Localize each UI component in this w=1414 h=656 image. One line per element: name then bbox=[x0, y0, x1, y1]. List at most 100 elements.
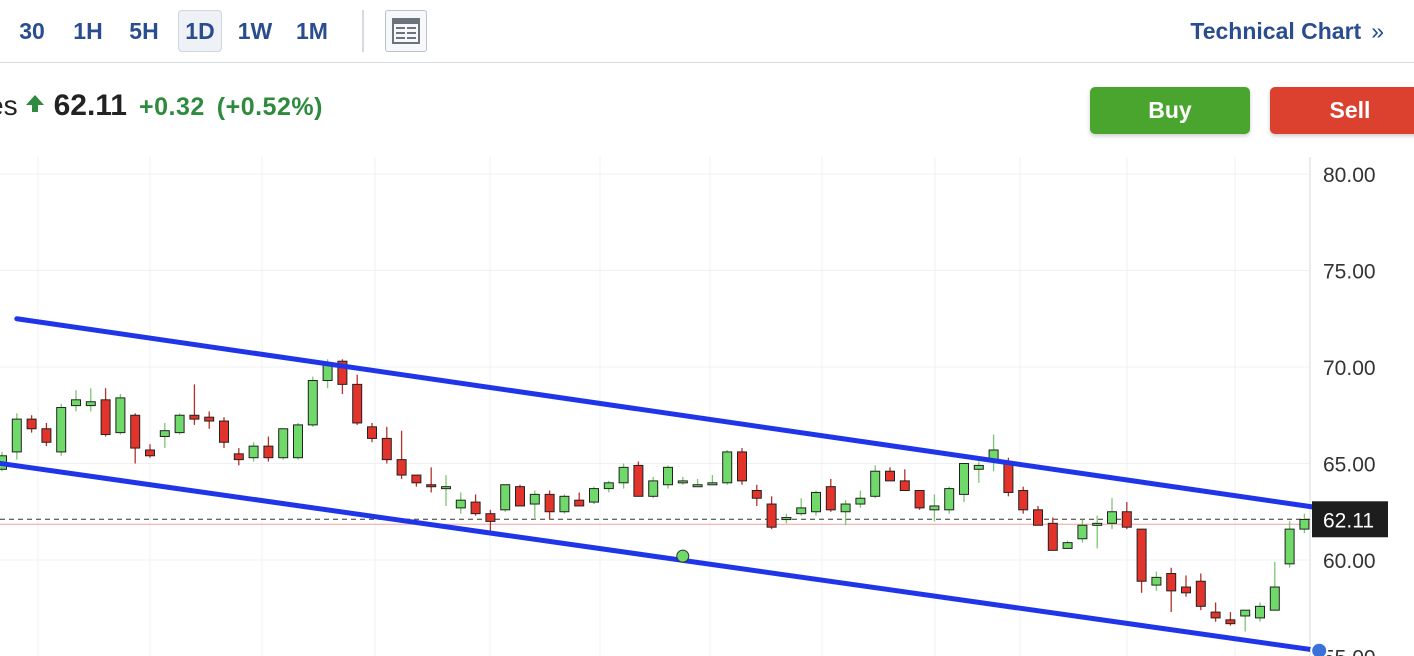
instrument-name: es bbox=[0, 90, 18, 121]
price-change-percent: (+0.52%) bbox=[216, 93, 323, 121]
candle-body bbox=[1151, 576, 1162, 586]
candle-body bbox=[26, 418, 37, 430]
candle-body bbox=[1062, 542, 1073, 549]
candle-body bbox=[293, 424, 303, 459]
y-axis-tick-label: 70.00 bbox=[1323, 357, 1376, 380]
candle-body bbox=[159, 430, 170, 437]
candle-body bbox=[544, 493, 555, 513]
candle-body bbox=[115, 397, 126, 434]
candle-body bbox=[219, 420, 229, 443]
y-axis-tick-label: 60.00 bbox=[1323, 550, 1376, 573]
candle-body bbox=[500, 484, 511, 511]
buy-button[interactable]: Buy bbox=[1090, 87, 1250, 134]
candle-body bbox=[189, 414, 200, 420]
candle-body bbox=[1077, 524, 1088, 540]
candle-body bbox=[559, 495, 570, 513]
candle-body bbox=[381, 437, 392, 461]
candle-body bbox=[11, 418, 22, 453]
candle-body bbox=[899, 480, 910, 492]
candle-body bbox=[574, 499, 585, 507]
candle-body bbox=[233, 453, 244, 461]
lower-trendline bbox=[0, 460, 1322, 654]
candle-body bbox=[811, 491, 821, 513]
candle-body bbox=[929, 505, 940, 511]
candle-body bbox=[1299, 518, 1310, 530]
candle-body bbox=[796, 507, 807, 515]
candle-body bbox=[707, 482, 718, 486]
candle-body bbox=[515, 486, 525, 507]
candle-body bbox=[307, 380, 318, 426]
candle-body bbox=[1107, 511, 1117, 524]
candle-body bbox=[692, 484, 703, 488]
arrow-up-icon bbox=[25, 95, 44, 112]
candle-body bbox=[885, 470, 895, 482]
candle-body bbox=[663, 466, 673, 486]
candle-body bbox=[263, 445, 274, 459]
candle-body bbox=[589, 488, 599, 503]
candle-body bbox=[130, 414, 141, 449]
y-axis-tick-label: 55.00 bbox=[1323, 647, 1376, 656]
candle-body bbox=[352, 383, 363, 424]
candle-body bbox=[1284, 528, 1295, 565]
last-price: 62.11 bbox=[53, 89, 127, 122]
y-axis-tick-label: 65.00 bbox=[1323, 454, 1376, 477]
candle-body bbox=[722, 451, 733, 484]
candle-body bbox=[677, 480, 688, 484]
price-change: +0.32 bbox=[139, 93, 205, 121]
candle-body bbox=[1240, 609, 1251, 617]
candle-body bbox=[441, 486, 451, 490]
candle-body bbox=[825, 486, 836, 511]
y-axis-tick-label: 75.00 bbox=[1323, 261, 1376, 284]
candle-body bbox=[174, 414, 185, 434]
candle-body bbox=[1033, 509, 1043, 526]
quote-bar: es 62.11 +0.32 (+0.52%) bbox=[0, 82, 323, 130]
candle-body bbox=[1018, 490, 1029, 511]
candle-body bbox=[485, 513, 496, 522]
candle-body bbox=[470, 501, 481, 515]
candle-body bbox=[411, 474, 422, 484]
candle-body bbox=[1166, 573, 1177, 592]
candle-body bbox=[973, 464, 984, 470]
candle-body bbox=[248, 445, 259, 459]
candle-body bbox=[870, 470, 881, 497]
candle-body bbox=[737, 451, 747, 482]
sell-button[interactable]: Sell bbox=[1270, 87, 1414, 134]
candle-body bbox=[322, 364, 333, 382]
candle-body bbox=[529, 493, 540, 505]
candle-body bbox=[840, 503, 851, 513]
candle-body bbox=[944, 488, 955, 511]
candle-body bbox=[1225, 619, 1236, 625]
candle-body bbox=[426, 484, 437, 488]
candle-body bbox=[56, 407, 67, 453]
candle-body bbox=[1181, 586, 1191, 594]
candle-body bbox=[85, 401, 96, 407]
last-price-badge-label: 62.11 bbox=[1323, 509, 1374, 532]
candle-body bbox=[1003, 461, 1014, 493]
candle-body bbox=[1136, 528, 1147, 582]
candle-body bbox=[145, 449, 155, 457]
candle-body bbox=[1210, 611, 1221, 619]
candle-body bbox=[455, 499, 466, 509]
candle-body bbox=[603, 482, 614, 490]
candle-body bbox=[41, 428, 52, 443]
candle-body bbox=[648, 480, 659, 497]
candle-body bbox=[618, 466, 629, 484]
candle-body bbox=[1195, 580, 1206, 607]
y-axis-tick-label: 80.00 bbox=[1323, 164, 1376, 187]
candle-body bbox=[1269, 586, 1280, 611]
candle-body bbox=[959, 463, 969, 495]
candle-body bbox=[100, 399, 111, 436]
candle-body bbox=[71, 399, 81, 407]
candle-body bbox=[204, 416, 215, 422]
candle-body bbox=[396, 459, 407, 476]
candle-body bbox=[1092, 522, 1103, 526]
candle-body bbox=[1121, 511, 1132, 528]
candle-body bbox=[855, 497, 866, 505]
candle-body bbox=[766, 503, 777, 528]
candle-body bbox=[633, 464, 644, 497]
trendline-handle bbox=[1310, 641, 1329, 656]
candle-body bbox=[1255, 605, 1265, 619]
candle-body bbox=[1047, 522, 1058, 551]
candle-body bbox=[278, 428, 289, 459]
candle-body bbox=[914, 490, 925, 509]
